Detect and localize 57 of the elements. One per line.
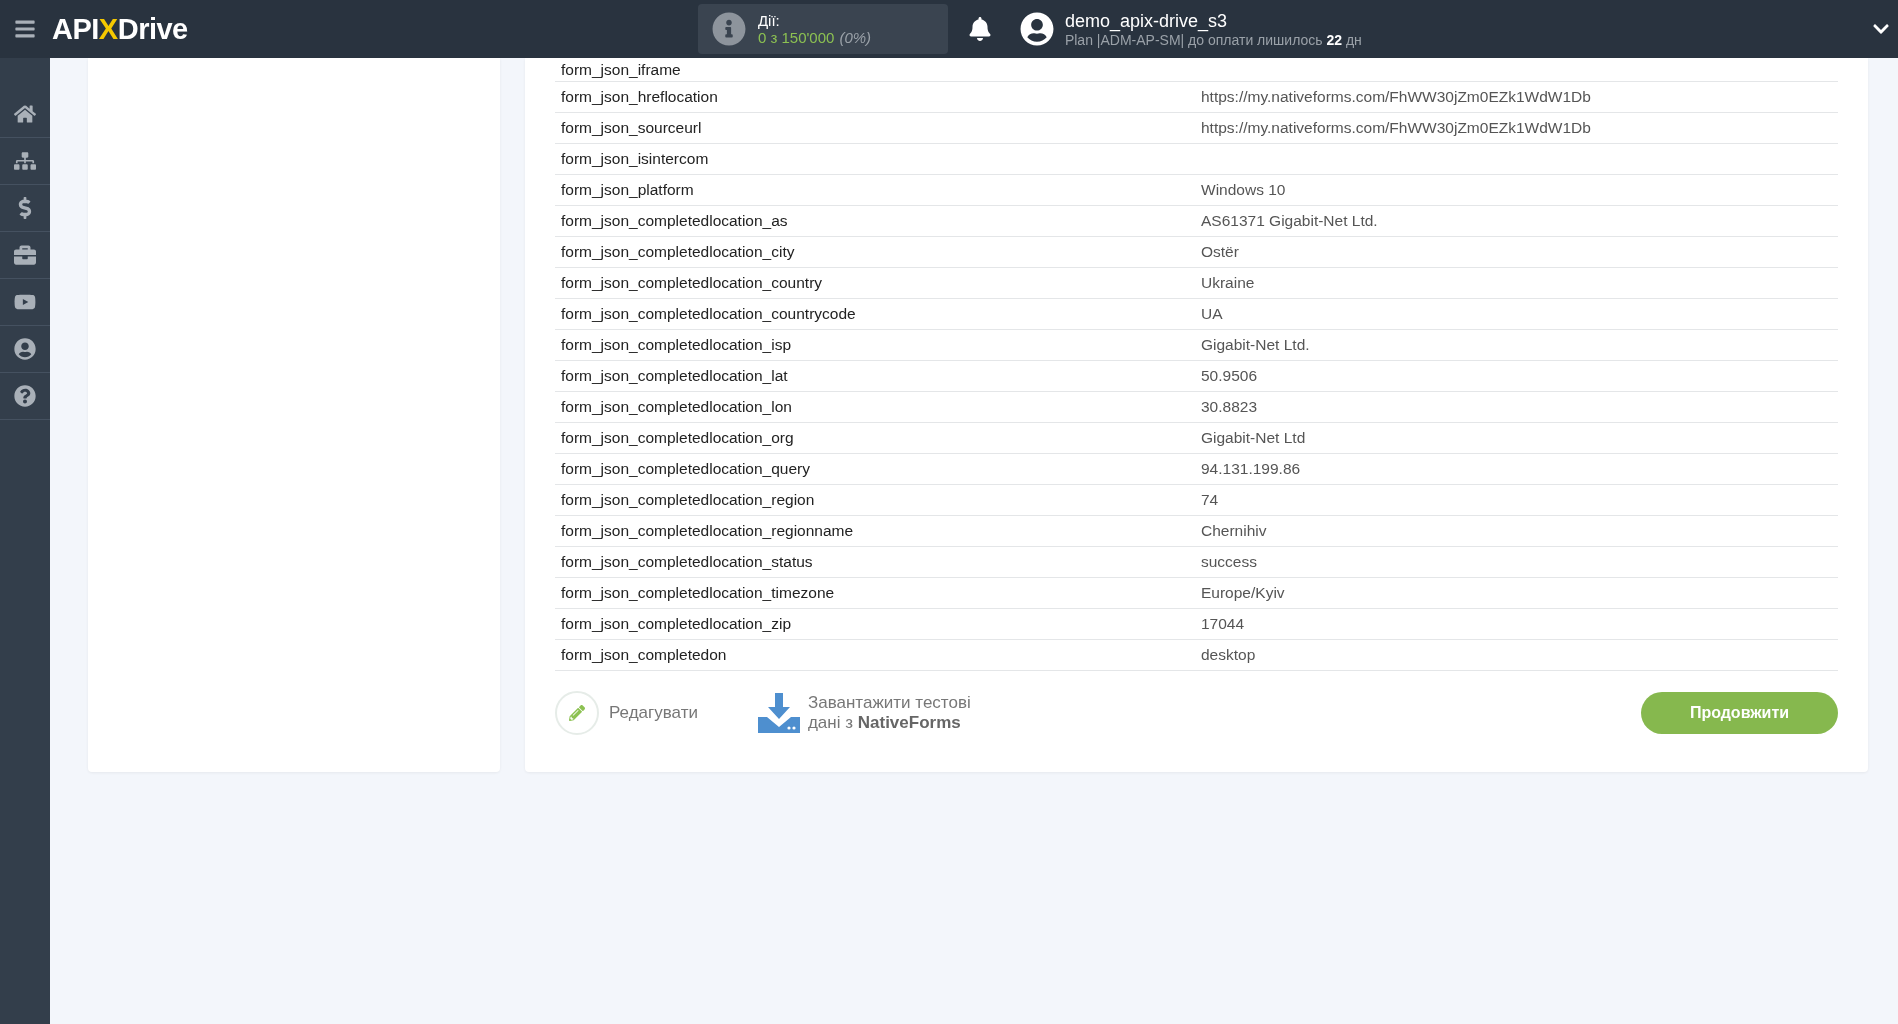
avatar-icon[interactable] xyxy=(1019,12,1054,46)
field-name-cell-text: form_json_isintercom xyxy=(561,150,710,168)
bell-icon[interactable] xyxy=(967,17,992,41)
field-value-cell-text: 17044 xyxy=(1201,615,1246,633)
field-value-cell-text: Chernihiv xyxy=(1201,522,1268,540)
field-value-cell-text: Europe/Kyiv xyxy=(1201,584,1286,602)
field-name-cell-text: form_json_hreflocation xyxy=(561,88,719,106)
edit-button[interactable]: Редагувати xyxy=(555,691,698,735)
field-name-cell-text: form_json_platform xyxy=(561,181,695,199)
field-value-cell-text: Ukraine xyxy=(1201,274,1256,292)
field-name-cell-text: form_json_completedlocation_query xyxy=(561,460,811,478)
briefcase-icon[interactable] xyxy=(14,244,36,266)
actions-count: 0 з 150'000 xyxy=(757,29,835,46)
field-value-cell-text: https://my.nativeforms.com/FhWW30jZm0EZk1WdW1Db xyxy=(1201,119,1592,137)
field-value-cell-text: Ostër xyxy=(1201,243,1240,261)
field-name-cell-text: form_json_completedlocation_region xyxy=(561,491,816,509)
field-value-cell-text: https://my.nativeforms.com/FhWW30jZm0EZk1WdW1Db xyxy=(1201,88,1592,106)
field-name-cell-text: form_json_completedlocation_lat xyxy=(561,367,789,385)
field-value-cell-text: 30.8823 xyxy=(1201,398,1259,416)
field-name-cell-text: form_json_completedlocation_as xyxy=(561,212,789,230)
field-name-cell-text: form_json_sourceurl xyxy=(561,119,703,137)
field-value-cell-text: Gigabit-Net Ltd xyxy=(1201,429,1307,447)
logo[interactable]: APIXDrive xyxy=(52,12,188,46)
field-name-cell-text: form_json_completedlocation_regionname xyxy=(561,522,855,540)
field-name-cell-text: form_json_iframe xyxy=(561,60,682,79)
help-icon[interactable] xyxy=(14,385,36,407)
field-value-cell-text: Gigabit-Net Ltd. xyxy=(1201,336,1311,354)
info-icon xyxy=(711,12,746,46)
field-name-cell-text: form_json_completedlocation_country xyxy=(561,274,824,292)
field-name-cell-text: form_json_completedlocation_isp xyxy=(561,336,793,354)
actions-percent: (0%) xyxy=(839,29,872,46)
field-value-cell-text: 50.9506 xyxy=(1201,367,1259,385)
field-name-cell-text: form_json_completedon xyxy=(561,646,728,664)
field-name-cell-text: form_json_completedlocation_status xyxy=(561,553,814,571)
field-name-cell-text: form_json_completedlocation_timezone xyxy=(561,584,836,602)
field-value-cell-text: AS61371 Gigabit-Net Ltd. xyxy=(1201,212,1379,230)
plan-info: Plan |ADM-AP-SM| до оплати лишилось 22 дн xyxy=(1064,31,1362,48)
field-name-cell-text: form_json_completedlocation_lon xyxy=(561,398,793,416)
home-icon[interactable] xyxy=(14,103,36,125)
field-name-cell-text: form_json_completedlocation_countrycode xyxy=(561,305,857,323)
hierarchy-icon[interactable] xyxy=(14,150,36,172)
field-value-cell-text: UA xyxy=(1201,305,1224,323)
download-test-data-link[interactable]: Завантажити тестові дані з NativeForms xyxy=(757,693,988,733)
actions-label: Дії: xyxy=(757,12,781,29)
field-value-cell-text: Windows 10 xyxy=(1201,181,1287,199)
field-name-cell-text: form_json_completedlocation_org xyxy=(561,429,795,447)
user-name: demo_apix-drive_s3 xyxy=(1064,10,1228,32)
field-value-cell-text: success xyxy=(1201,553,1258,571)
download-icon xyxy=(757,693,800,733)
user-icon[interactable] xyxy=(14,338,36,360)
menu-icon[interactable] xyxy=(14,18,36,40)
field-value-cell-text: desktop xyxy=(1201,646,1257,664)
field-name-cell-text: form_json_completedlocation_zip xyxy=(561,615,793,633)
field-value-cell-text: 94.131.199.86 xyxy=(1201,460,1302,478)
field-name-cell-text: form_json_completedlocation_city xyxy=(561,243,796,261)
field-value-cell-text: 74 xyxy=(1201,491,1220,509)
pencil-icon xyxy=(555,691,599,735)
